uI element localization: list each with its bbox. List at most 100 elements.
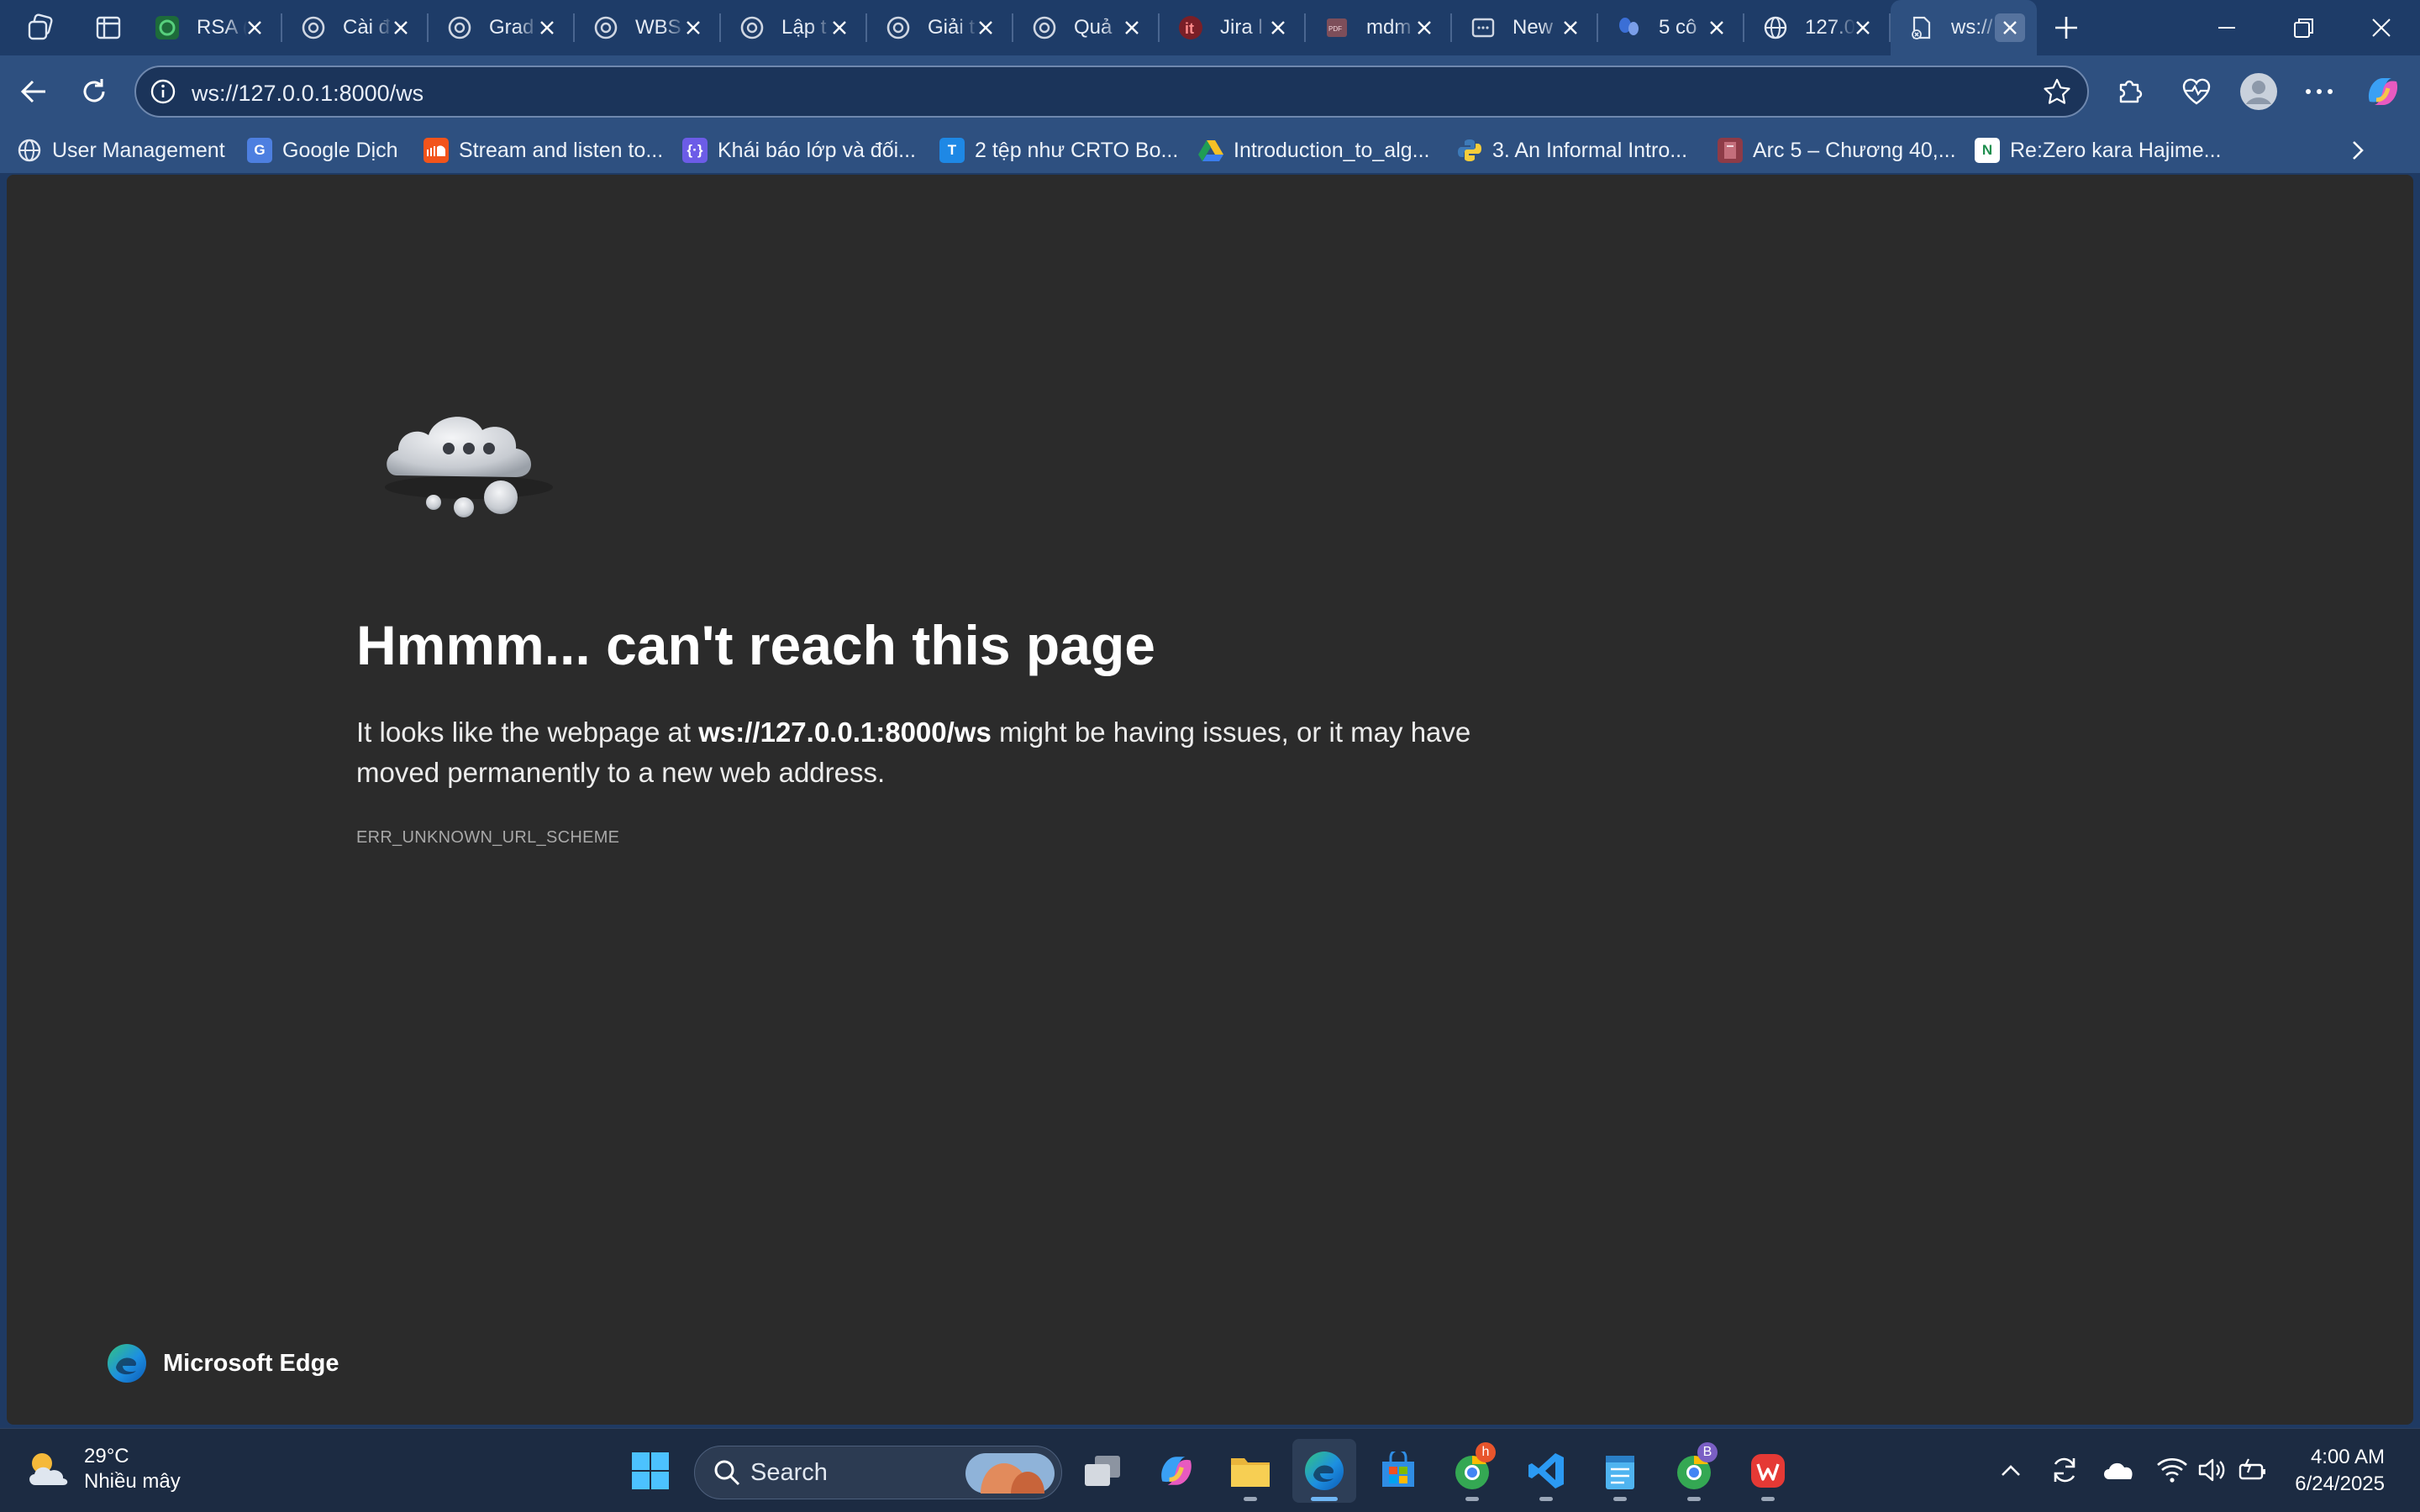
volume-tray[interactable] — [2193, 1451, 2232, 1489]
wifi-tray[interactable] — [2153, 1451, 2191, 1489]
close-tab-icon[interactable] — [1267, 17, 1289, 39]
tab-6[interactable]: Giải t — [867, 0, 1013, 55]
close-tab-icon[interactable] — [682, 17, 704, 39]
close-tab-icon[interactable] — [244, 17, 266, 39]
python-icon — [1457, 138, 1482, 163]
close-tab-icon[interactable] — [1706, 17, 1728, 39]
bookmark-soundcloud[interactable]: Stream and listen to... — [424, 136, 663, 165]
sync-status-tray[interactable] — [2045, 1451, 2084, 1489]
close-tab-icon[interactable] — [975, 17, 997, 39]
tab-9[interactable]: PDF mdm — [1306, 0, 1452, 55]
tab-title: Quả — [1074, 16, 1113, 39]
new-tab-button[interactable] — [2037, 0, 2096, 55]
close-tab-icon[interactable] — [1121, 17, 1143, 39]
tab-13-active[interactable]: ws:// — [1891, 0, 2037, 55]
tab-7[interactable]: Quả — [1013, 0, 1160, 55]
soundcloud-icon — [424, 138, 449, 163]
restore-button[interactable] — [2265, 0, 2343, 55]
bookmark-label: 3. An Informal Intro... — [1492, 138, 1688, 162]
close-tab-icon[interactable] — [1852, 17, 1874, 39]
tab-3[interactable]: Grad — [429, 0, 575, 55]
error-title: Hmmm... can't reach this page — [356, 614, 1155, 676]
close-tab-icon[interactable] — [536, 17, 558, 39]
show-hidden-icons-button[interactable] — [1991, 1451, 2030, 1489]
extensions-puzzle-icon — [2119, 80, 2143, 103]
workspaces-icon — [28, 13, 53, 40]
more-bookmarks-button[interactable] — [2348, 136, 2368, 165]
workspaces-button[interactable] — [0, 0, 81, 55]
tab-8[interactable]: it Jira l — [1160, 0, 1306, 55]
settings-menu-button[interactable] — [2296, 68, 2343, 115]
tab-1[interactable]: RSA ( — [136, 0, 282, 55]
profile-button[interactable] — [2235, 68, 2282, 115]
bookmark-python[interactable]: 3. An Informal Intro... — [1457, 136, 1687, 165]
chrome-profile-b-app[interactable]: B — [1662, 1439, 1726, 1503]
book-icon — [1718, 138, 1743, 163]
copilot-app[interactable] — [1144, 1439, 1208, 1503]
browser-essentials-button[interactable] — [2173, 68, 2220, 115]
task-view-button[interactable] — [1071, 1439, 1134, 1503]
globe-icon — [1763, 15, 1788, 40]
address-input[interactable] — [192, 81, 1956, 107]
favorites-bar: User Management G Google Dịch Stream and… — [0, 128, 2420, 173]
tab-actions-icon — [96, 16, 121, 39]
bookmark-label: Arc 5 – Chương 40,... — [1753, 138, 1956, 162]
taskbar-search[interactable]: Search — [694, 1446, 1062, 1499]
profile-badge-b: B — [1697, 1442, 1718, 1462]
notepad-app[interactable] — [1588, 1439, 1652, 1503]
close-tab-icon[interactable] — [1413, 17, 1435, 39]
tab-2[interactable]: Cài đ — [282, 0, 429, 55]
search-label: Search — [750, 1458, 828, 1486]
onedrive-tray[interactable] — [2099, 1451, 2138, 1489]
bookmark-google-translate[interactable]: G Google Dịch — [247, 136, 398, 165]
close-window-button[interactable] — [2343, 0, 2420, 55]
bookmark-rezero[interactable]: N Re:Zero kara Hajime... — [1975, 136, 2221, 165]
tab-4[interactable]: WBS — [575, 0, 721, 55]
search-icon — [714, 1460, 740, 1486]
tab-12[interactable]: 127.0 — [1744, 0, 1891, 55]
tab-11[interactable]: 5 cô — [1598, 0, 1744, 55]
copilot-button[interactable] — [2360, 68, 2407, 115]
vscode-app[interactable] — [1514, 1439, 1578, 1503]
favorite-star-icon[interactable] — [2042, 77, 2072, 108]
site-info-icon[interactable] — [150, 78, 176, 105]
bookmark-class-declaration[interactable]: {·} Khái báo lớp và đối... — [682, 136, 916, 165]
edge-app[interactable] — [1292, 1439, 1356, 1503]
wps-office-app[interactable] — [1736, 1439, 1800, 1503]
onedrive-cloud-icon — [2104, 1462, 2133, 1479]
openai-icon — [739, 15, 765, 40]
restore-icon — [2294, 18, 2313, 38]
close-tab-icon[interactable] — [390, 17, 412, 39]
weather-widget[interactable]: 29°C Nhiều mây — [25, 1444, 181, 1494]
microsoft-store-app[interactable] — [1366, 1439, 1430, 1503]
close-tab-icon[interactable] — [1560, 17, 1581, 39]
close-tab-icon[interactable] — [1995, 13, 2025, 42]
bookmark-arc5[interactable]: Arc 5 – Chương 40,... — [1718, 136, 1956, 165]
minimize-icon — [2218, 27, 2235, 29]
bookmark-user-management[interactable]: User Management — [17, 136, 225, 165]
tab-5[interactable]: Lập t — [721, 0, 867, 55]
battery-tray[interactable] — [2233, 1451, 2272, 1489]
newtab-icon — [1470, 15, 1496, 40]
bookmark-drive[interactable]: Introduction_to_alg... — [1198, 136, 1430, 165]
close-tab-icon[interactable] — [829, 17, 850, 39]
openai-icon — [301, 15, 326, 40]
bookmark-crto[interactable]: T 2 tệp như CRTO Bo... — [939, 136, 1178, 165]
wifi-icon — [2157, 1458, 2187, 1483]
back-button[interactable] — [10, 68, 57, 115]
refresh-icon — [83, 79, 105, 102]
extensions-button[interactable] — [2106, 68, 2153, 115]
error-description: It looks like the webpage at ws://127.0.… — [356, 712, 1533, 793]
file-explorer-app[interactable] — [1218, 1439, 1282, 1503]
minimize-button[interactable] — [2188, 0, 2265, 55]
chrome-profile-h-app[interactable]: h — [1440, 1439, 1504, 1503]
tab-10[interactable]: New — [1452, 0, 1598, 55]
vertical-tabs-button[interactable] — [81, 0, 136, 55]
tab-title: mdm — [1366, 16, 1412, 39]
start-button[interactable] — [618, 1439, 682, 1503]
running-indicator — [1613, 1497, 1627, 1501]
itviec-icon: it — [1178, 15, 1203, 40]
system-clock[interactable]: 4:00 AM 6/24/2025 — [2295, 1444, 2385, 1498]
address-bar[interactable] — [134, 66, 2089, 118]
refresh-button[interactable] — [71, 68, 118, 115]
